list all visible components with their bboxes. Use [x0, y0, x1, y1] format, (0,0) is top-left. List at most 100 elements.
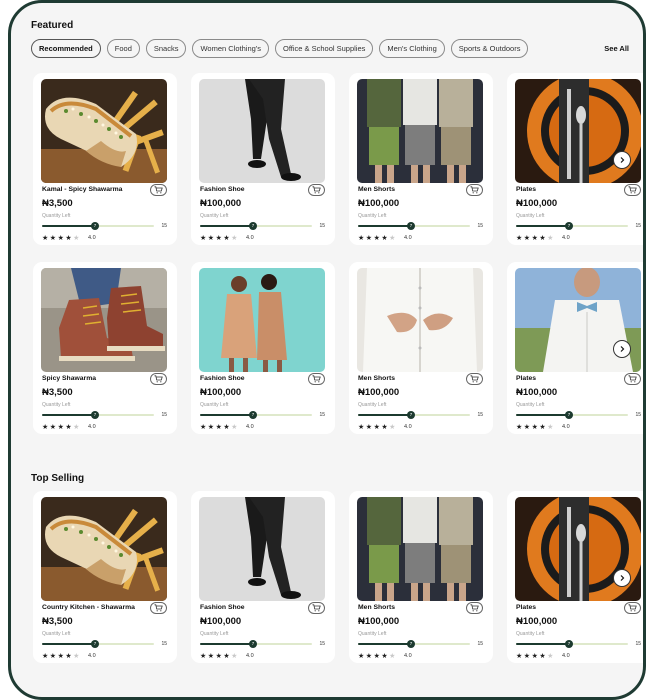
- add-to-cart-button[interactable]: [466, 184, 483, 196]
- product-name[interactable]: Spicy Shawarma: [42, 375, 96, 382]
- product-card[interactable]: Men Shorts ₦100,000 Quantity Left 7 15 ★…: [349, 491, 493, 663]
- product-name[interactable]: Fashion Shoe: [200, 186, 245, 193]
- product-price: ₦100,000: [358, 387, 400, 398]
- product-card[interactable]: Men Shorts ₦100,000 Quantity Left 7 15 ★…: [349, 73, 493, 245]
- product-image[interactable]: [41, 497, 167, 601]
- add-to-cart-button[interactable]: [308, 602, 325, 614]
- chip-women-clothing-s[interactable]: Women Clothing's: [192, 39, 269, 58]
- star-icon: ★: [523, 653, 532, 660]
- product-price: ₦100,000: [200, 616, 242, 627]
- add-to-cart-button[interactable]: [466, 373, 483, 385]
- quantity-label: Quantity Left: [42, 631, 71, 637]
- star-rating: ★★★★★: [358, 652, 397, 660]
- star-icon: ★: [223, 424, 232, 431]
- chevron-right-icon: [618, 151, 626, 169]
- product-image[interactable]: [41, 268, 167, 372]
- product-card[interactable]: Country Kitchen - Shawarma ₦3,500 Quanti…: [33, 491, 177, 663]
- product-card[interactable]: Fashion Shoe ₦100,000 Quantity Left 7 15…: [191, 491, 335, 663]
- add-to-cart-button[interactable]: [624, 373, 641, 385]
- product-name[interactable]: Plates: [516, 375, 536, 382]
- star-icon: ★: [231, 235, 239, 242]
- featured-title: Featured: [31, 20, 74, 31]
- star-icon: ★: [539, 653, 548, 660]
- quantity-bar: 7: [516, 640, 628, 648]
- carousel-next-button[interactable]: [613, 569, 631, 587]
- product-image[interactable]: [199, 497, 325, 601]
- quantity-bar-fill: [516, 643, 569, 645]
- product-name[interactable]: Kamal - Spicy Shawarma: [42, 186, 122, 193]
- product-image[interactable]: [357, 268, 483, 372]
- quantity-current: 7: [249, 222, 257, 230]
- product-card[interactable]: Fashion Shoe ₦100,000 Quantity Left 7 15…: [191, 262, 335, 434]
- quantity-bar: 7: [42, 222, 154, 230]
- chip-snacks[interactable]: Snacks: [145, 39, 187, 58]
- product-name[interactable]: Men Shorts: [358, 186, 395, 193]
- carousel-next-button[interactable]: [613, 151, 631, 169]
- product-card[interactable]: Fashion Shoe ₦100,000 Quantity Left 7 15…: [191, 73, 335, 245]
- quantity-label: Quantity Left: [42, 402, 71, 408]
- product-image[interactable]: [199, 79, 325, 183]
- cart-icon: [154, 599, 163, 617]
- product-name[interactable]: Men Shorts: [358, 375, 395, 382]
- chip-men-s-clothing[interactable]: Men's Clothing: [379, 39, 445, 58]
- product-price: ₦100,000: [358, 616, 400, 627]
- see-all-link[interactable]: See All: [604, 44, 629, 53]
- chip-recommended[interactable]: Recommended: [31, 39, 101, 58]
- product-name[interactable]: Plates: [516, 186, 536, 193]
- chip-food[interactable]: Food: [106, 39, 140, 58]
- star-icon: ★: [547, 424, 555, 431]
- product-name[interactable]: Fashion Shoe: [200, 604, 245, 611]
- add-to-cart-button[interactable]: [308, 373, 325, 385]
- add-to-cart-button[interactable]: [624, 602, 641, 614]
- category-chips: Recommended Food Snacks Women Clothing's Off…: [31, 39, 529, 58]
- star-icon: ★: [365, 653, 374, 660]
- product-price: ₦100,000: [516, 198, 558, 209]
- featured-row-2: Spicy Shawarma ₦3,500 Quantity Left 7 15…: [31, 262, 643, 437]
- chip-sports-outdoors[interactable]: Sports & Outdoors: [450, 39, 529, 58]
- quantity-max: 15: [319, 641, 325, 647]
- product-name[interactable]: Country Kitchen - Shawarma: [42, 604, 135, 611]
- product-image[interactable]: [357, 497, 483, 601]
- product-name[interactable]: Men Shorts: [358, 604, 395, 611]
- star-icon: ★: [231, 424, 239, 431]
- quantity-label: Quantity Left: [200, 402, 229, 408]
- star-icon: ★: [547, 653, 555, 660]
- star-icon: ★: [516, 653, 524, 660]
- product-card[interactable]: Kamal - Spicy Shawarma ₦3,500 Quantity L…: [33, 73, 177, 245]
- cart-icon: [312, 599, 321, 617]
- product-name[interactable]: Fashion Shoe: [200, 375, 245, 382]
- product-image[interactable]: [41, 79, 167, 183]
- quantity-current: 7: [91, 222, 99, 230]
- product-card[interactable]: Spicy Shawarma ₦3,500 Quantity Left 7 15…: [33, 262, 177, 434]
- star-icon: ★: [207, 424, 216, 431]
- add-to-cart-button[interactable]: [150, 184, 167, 196]
- quantity-label: Quantity Left: [358, 631, 387, 637]
- quantity-bar-fill: [42, 643, 95, 645]
- star-icon: ★: [200, 424, 208, 431]
- product-image[interactable]: [357, 79, 483, 183]
- add-to-cart-button[interactable]: [150, 373, 167, 385]
- quantity-max: 15: [635, 641, 641, 647]
- add-to-cart-button[interactable]: [150, 602, 167, 614]
- product-name[interactable]: Plates: [516, 604, 536, 611]
- quantity-current: 7: [407, 411, 415, 419]
- star-icon: ★: [42, 235, 50, 242]
- cart-icon: [154, 370, 163, 388]
- carousel-next-button[interactable]: [613, 340, 631, 358]
- chip-office-school-supplies[interactable]: Office & School Supplies: [274, 39, 374, 58]
- quantity-bar: 7: [516, 411, 628, 419]
- star-icon: ★: [65, 424, 74, 431]
- quantity-max: 15: [635, 223, 641, 229]
- quantity-current: 7: [565, 222, 573, 230]
- product-image[interactable]: [199, 268, 325, 372]
- star-icon: ★: [215, 653, 224, 660]
- rating-value: 4.0: [246, 424, 254, 430]
- add-to-cart-button[interactable]: [624, 184, 641, 196]
- add-to-cart-button[interactable]: [466, 602, 483, 614]
- cart-icon: [312, 181, 321, 199]
- add-to-cart-button[interactable]: [308, 184, 325, 196]
- star-rating: ★★★★★: [516, 234, 555, 242]
- star-icon: ★: [539, 424, 548, 431]
- product-card[interactable]: Men Shorts ₦100,000 Quantity Left 7 15 ★…: [349, 262, 493, 434]
- star-icon: ★: [42, 424, 50, 431]
